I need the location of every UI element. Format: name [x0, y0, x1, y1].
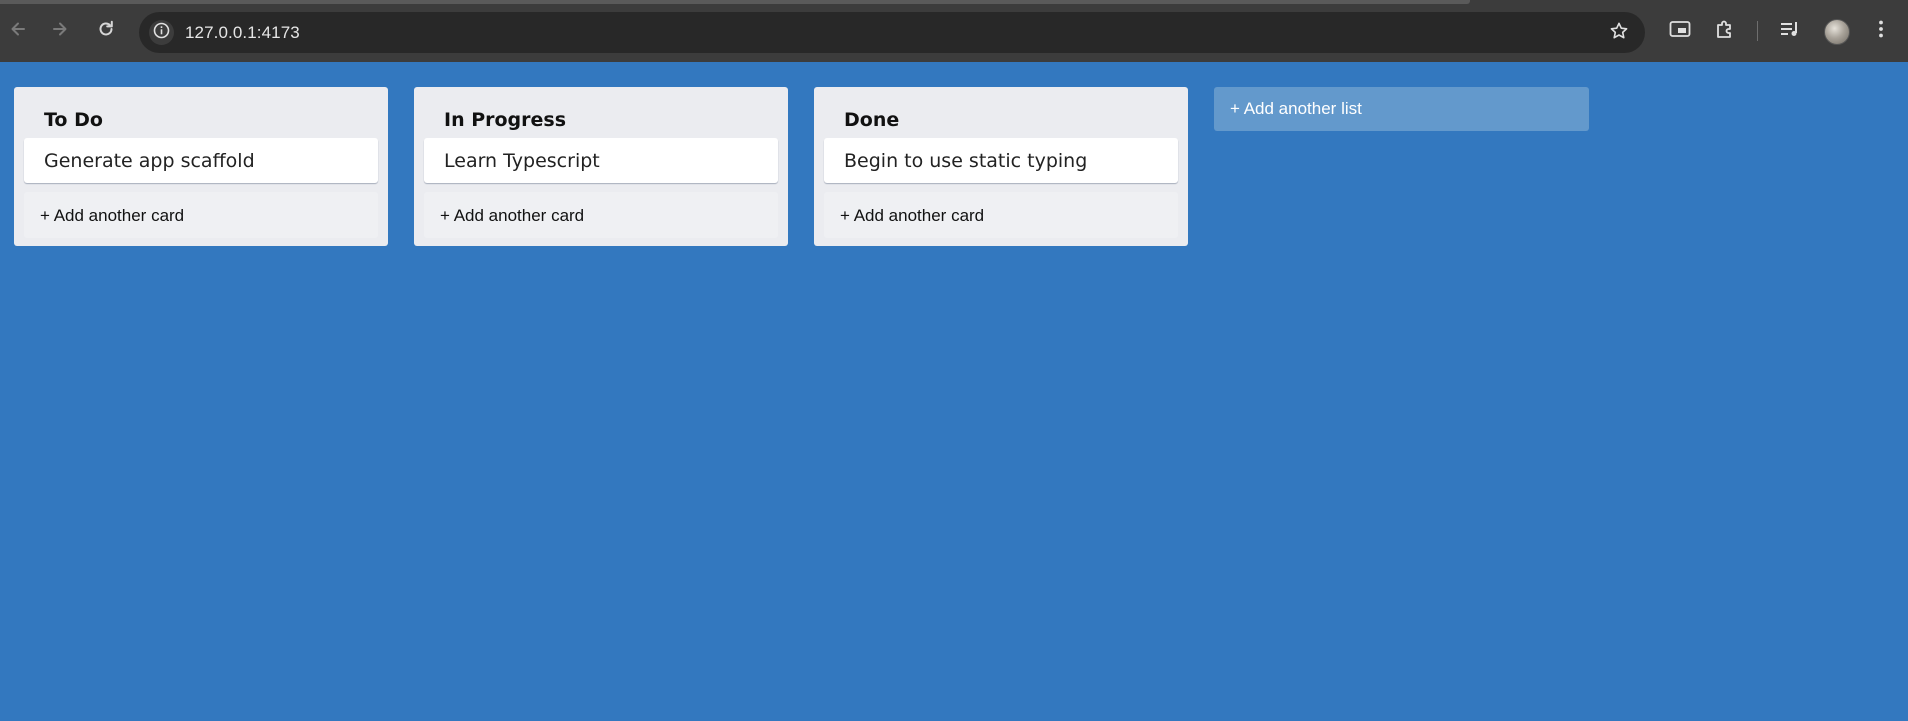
list-title[interactable]: To Do: [24, 97, 378, 138]
site-info-button[interactable]: [149, 20, 174, 45]
arrow-left-icon: [8, 19, 28, 44]
media-queue-icon: [1779, 19, 1801, 44]
browser-menu-button[interactable]: [1868, 18, 1894, 44]
url-text[interactable]: 127.0.0.1:4173: [185, 23, 300, 43]
kebab-menu-icon: [1878, 19, 1884, 44]
list-title[interactable]: In Progress: [424, 97, 778, 138]
avatar[interactable]: [1824, 19, 1850, 45]
reload-icon: [96, 19, 116, 44]
add-card-button[interactable]: + Add another card: [424, 192, 778, 238]
tab-strip-edge: [0, 0, 1470, 4]
list-done: Done Begin to use static typing + Add an…: [814, 87, 1188, 246]
list-todo: To Do Generate app scaffold + Add anothe…: [14, 87, 388, 246]
media-controls-button[interactable]: [1777, 18, 1803, 44]
list-title[interactable]: Done: [824, 97, 1178, 138]
add-card-button[interactable]: + Add another card: [24, 192, 378, 238]
add-list-button[interactable]: + Add another list: [1214, 87, 1589, 131]
reload-button[interactable]: [91, 16, 121, 46]
picture-in-picture-button[interactable]: [1667, 18, 1693, 44]
puzzle-icon: [1714, 18, 1736, 45]
extensions-button[interactable]: [1712, 18, 1738, 44]
address-bar[interactable]: 127.0.0.1:4173: [139, 12, 1645, 53]
add-card-button[interactable]: + Add another card: [824, 192, 1178, 238]
list-in-progress: In Progress Learn Typescript + Add anoth…: [414, 87, 788, 246]
browser-toolbar: 127.0.0.1:4173: [0, 0, 1908, 62]
board: To Do Generate app scaffold + Add anothe…: [14, 87, 1589, 246]
back-button[interactable]: [3, 16, 33, 46]
arrow-right-icon: [50, 19, 70, 44]
card[interactable]: Learn Typescript: [424, 138, 778, 183]
toolbar-separator: [1757, 21, 1758, 41]
card[interactable]: Begin to use static typing: [824, 138, 1178, 183]
card[interactable]: Generate app scaffold: [24, 138, 378, 183]
forward-button[interactable]: [45, 16, 75, 46]
bookmark-button[interactable]: [1607, 21, 1631, 45]
star-icon: [1609, 21, 1629, 46]
pip-icon: [1669, 20, 1691, 43]
info-icon: [153, 22, 170, 44]
